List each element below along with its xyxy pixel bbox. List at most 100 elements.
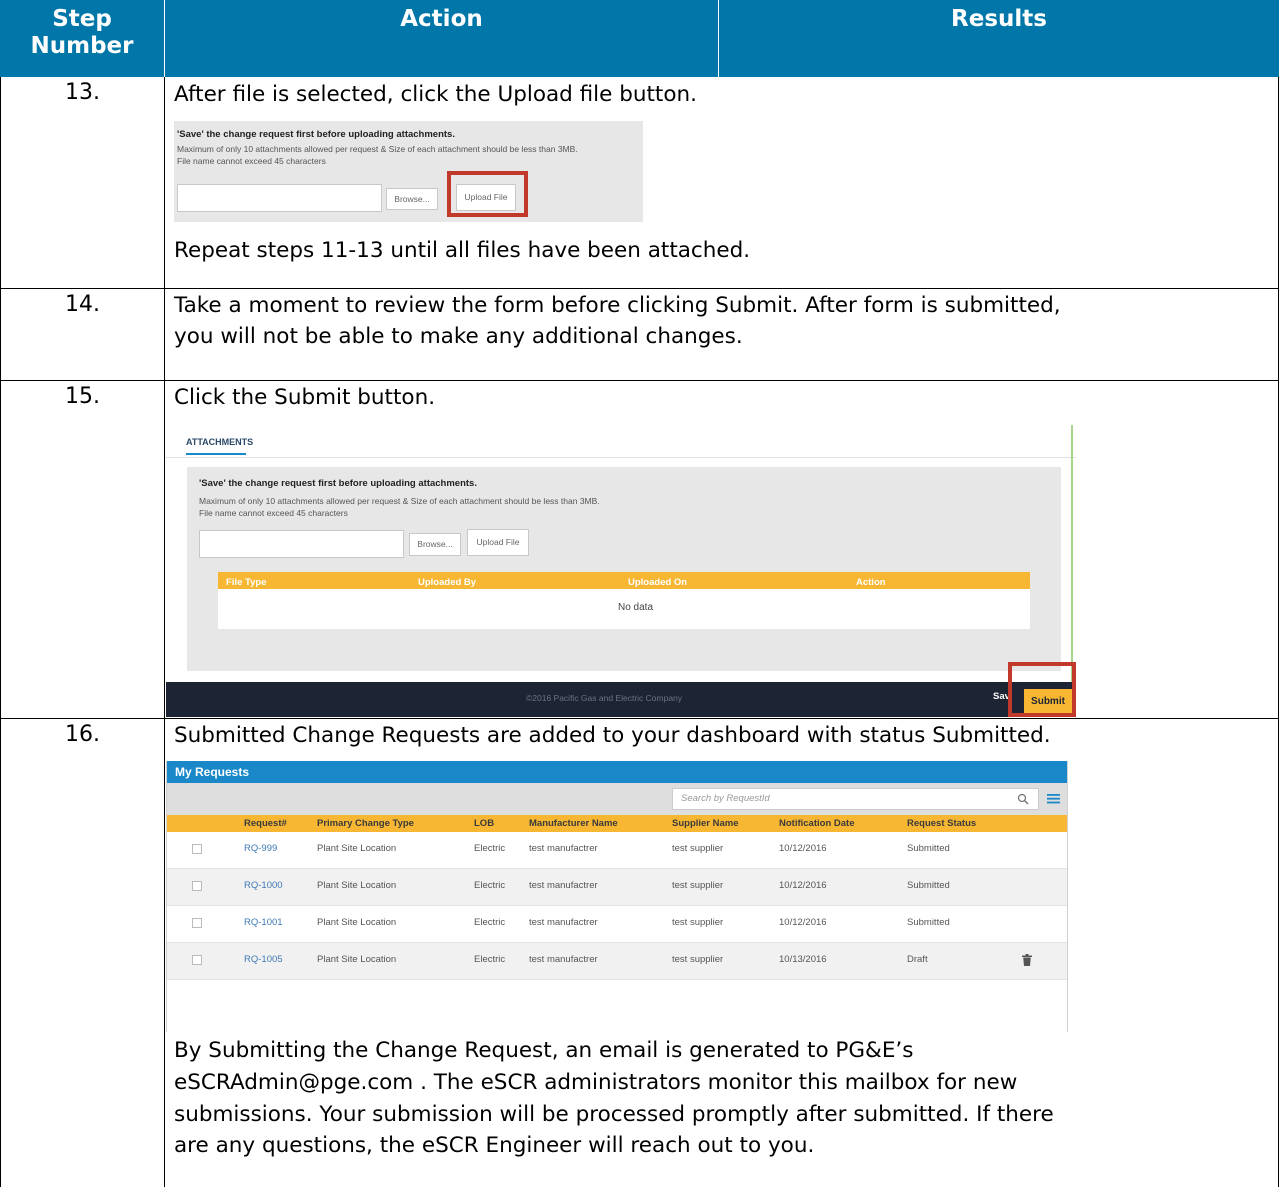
cell-manufacturer: test manufactrer — [529, 917, 598, 928]
step-14-line-1: Take a moment to review the form before … — [174, 293, 1061, 318]
step-14-line-2: you will not be able to make any additio… — [174, 324, 743, 349]
cell-change-type: Plant Site Location — [317, 917, 397, 928]
cell-lob: Electric — [474, 843, 506, 854]
cell-status: Submitted — [907, 917, 950, 928]
search-icon[interactable] — [1017, 793, 1029, 805]
cell-date: 10/12/2016 — [779, 917, 827, 928]
upload-warning: 'Save' the change request first before u… — [177, 129, 455, 140]
col-manufacturer-name: Manufacturer Name — [529, 818, 618, 829]
cell-status: Submitted — [907, 843, 950, 854]
attach-warning: 'Save' the change request first before u… — [199, 478, 477, 489]
attachments-divider — [166, 457, 1076, 458]
row-checkbox[interactable] — [192, 955, 202, 965]
attachments-tab[interactable]: ATTACHMENTS — [186, 437, 253, 447]
col-lob: LOB — [474, 818, 495, 829]
cell-lob: Electric — [474, 880, 506, 891]
cell-manufacturer: test manufactrer — [529, 880, 598, 891]
request-id-link[interactable]: RQ-999 — [244, 843, 277, 854]
grid-left-border — [0, 77, 1, 1187]
browse-button[interactable]: Browse... — [386, 188, 438, 210]
table-row[interactable]: RQ-1005 Plant Site Location Electric tes… — [167, 943, 1067, 980]
col-primary-change-type: Primary Change Type — [317, 818, 414, 829]
col-notification-date: Notification Date — [779, 818, 855, 829]
step-number-16: 16. — [65, 722, 100, 747]
cell-date: 10/12/2016 — [779, 843, 827, 854]
row-checkbox[interactable] — [192, 881, 202, 891]
cell-supplier: test supplier — [672, 843, 724, 854]
file-path-input[interactable] — [177, 184, 382, 212]
col-request-status: Request Status — [907, 818, 977, 829]
attachments-screenshot: ATTACHMENTS 'Save' the change request fi… — [166, 425, 1076, 717]
col-supplier-name: Supplier Name — [672, 818, 739, 829]
header-action: Action — [165, 0, 718, 77]
table-row[interactable]: RQ-999 Plant Site Location Electric test… — [167, 832, 1067, 869]
row-divider-15 — [0, 718, 1279, 719]
attachments-tab-underline — [186, 453, 246, 455]
submit-highlight-box — [1008, 662, 1076, 717]
cell-change-type: Plant Site Location — [317, 880, 397, 891]
step-13-instruction: After file is selected, click the Upload… — [174, 82, 697, 107]
row-checkbox[interactable] — [192, 844, 202, 854]
my-requests-screenshot: My Requests Search by RequestId Request#… — [166, 761, 1068, 1032]
cell-supplier: test supplier — [672, 880, 724, 891]
cell-change-type: Plant Site Location — [317, 954, 397, 965]
request-id-link[interactable]: RQ-1005 — [244, 954, 283, 965]
step-number-15: 15. — [65, 384, 100, 409]
header-step-number: Step Number — [0, 0, 164, 77]
cell-status: Draft — [907, 954, 928, 965]
menu-list-icon[interactable] — [1047, 792, 1060, 805]
col-action: Action — [856, 577, 886, 588]
cell-manufacturer: test manufactrer — [529, 954, 598, 965]
attach-upload-button[interactable]: Upload File — [467, 529, 529, 556]
header-step-label: Step Number — [30, 6, 134, 59]
cell-supplier: test supplier — [672, 917, 724, 928]
step-16-para-line-1: By Submitting the Change Request, an ema… — [174, 1038, 914, 1063]
header-results-label: Results — [951, 6, 1047, 32]
cell-change-type: Plant Site Location — [317, 843, 397, 854]
header-results: Results — [719, 0, 1279, 77]
row-divider-13 — [0, 288, 1279, 289]
step-13-note: Repeat steps 11-13 until all files have … — [174, 238, 751, 263]
grid-divider — [164, 77, 165, 1187]
upload-highlight-box — [447, 171, 528, 217]
table-row[interactable]: RQ-1001 Plant Site Location Electric tes… — [167, 906, 1067, 943]
footer-copyright: ©2016 Pacific Gas and Electric Company — [526, 693, 683, 703]
cell-status: Submitted — [907, 880, 950, 891]
attach-file-input[interactable] — [199, 530, 404, 558]
cell-date: 10/13/2016 — [779, 954, 827, 965]
attachments-panel: 'Save' the change request first before u… — [187, 467, 1061, 671]
request-search-input[interactable]: Search by RequestId — [672, 788, 1039, 810]
attach-limit-text: Maximum of only 10 attachments allowed p… — [199, 496, 600, 506]
col-uploaded-on: Uploaded On — [628, 577, 688, 588]
upload-name-limit-text: File name cannot exceed 45 characters — [177, 156, 326, 166]
table-row[interactable]: RQ-1000 Plant Site Location Electric tes… — [167, 869, 1067, 906]
attachments-grid-header: File Type Uploaded By Uploaded On Action — [218, 572, 1030, 589]
step-15-instruction: Click the Submit button. — [174, 385, 436, 410]
request-id-link[interactable]: RQ-1001 — [244, 917, 283, 928]
row-divider-14 — [0, 380, 1279, 381]
cell-manufacturer: test manufactrer — [529, 843, 598, 854]
attach-browse-button[interactable]: Browse... — [409, 533, 461, 556]
upload-limit-text: Maximum of only 10 attachments allowed p… — [177, 144, 578, 154]
row-checkbox[interactable] — [192, 918, 202, 928]
cell-supplier: test supplier — [672, 954, 724, 965]
step-number-14: 14. — [65, 292, 100, 317]
col-uploaded-by: Uploaded By — [418, 577, 477, 588]
step-16-para-line-3: submissions. Your submission will be pro… — [174, 1102, 1054, 1127]
my-requests-title: My Requests — [167, 761, 1067, 783]
cell-lob: Electric — [474, 954, 506, 965]
cell-lob: Electric — [474, 917, 506, 928]
col-request-number: Request# — [244, 818, 287, 829]
no-data-text: No data — [618, 602, 654, 613]
attach-name-limit: File name cannot exceed 45 characters — [199, 508, 348, 518]
step-16-para-line-2: eSCRAdmin@pge.com . The eSCR administrat… — [174, 1070, 1018, 1095]
attachments-grid-body: No data — [218, 589, 1030, 629]
cell-date: 10/12/2016 — [779, 880, 827, 891]
request-id-link[interactable]: RQ-1000 — [244, 880, 283, 891]
step-16-instruction: Submitted Change Requests are added to y… — [174, 723, 1051, 748]
right-border-line — [1071, 425, 1073, 682]
procedure-table: Step Number Action Results 13. After fil… — [0, 0, 1279, 1187]
requests-grid-header: Request# Primary Change Type LOB Manufac… — [167, 815, 1067, 832]
trash-icon[interactable] — [1022, 954, 1032, 966]
step-number-13: 13. — [65, 80, 100, 105]
